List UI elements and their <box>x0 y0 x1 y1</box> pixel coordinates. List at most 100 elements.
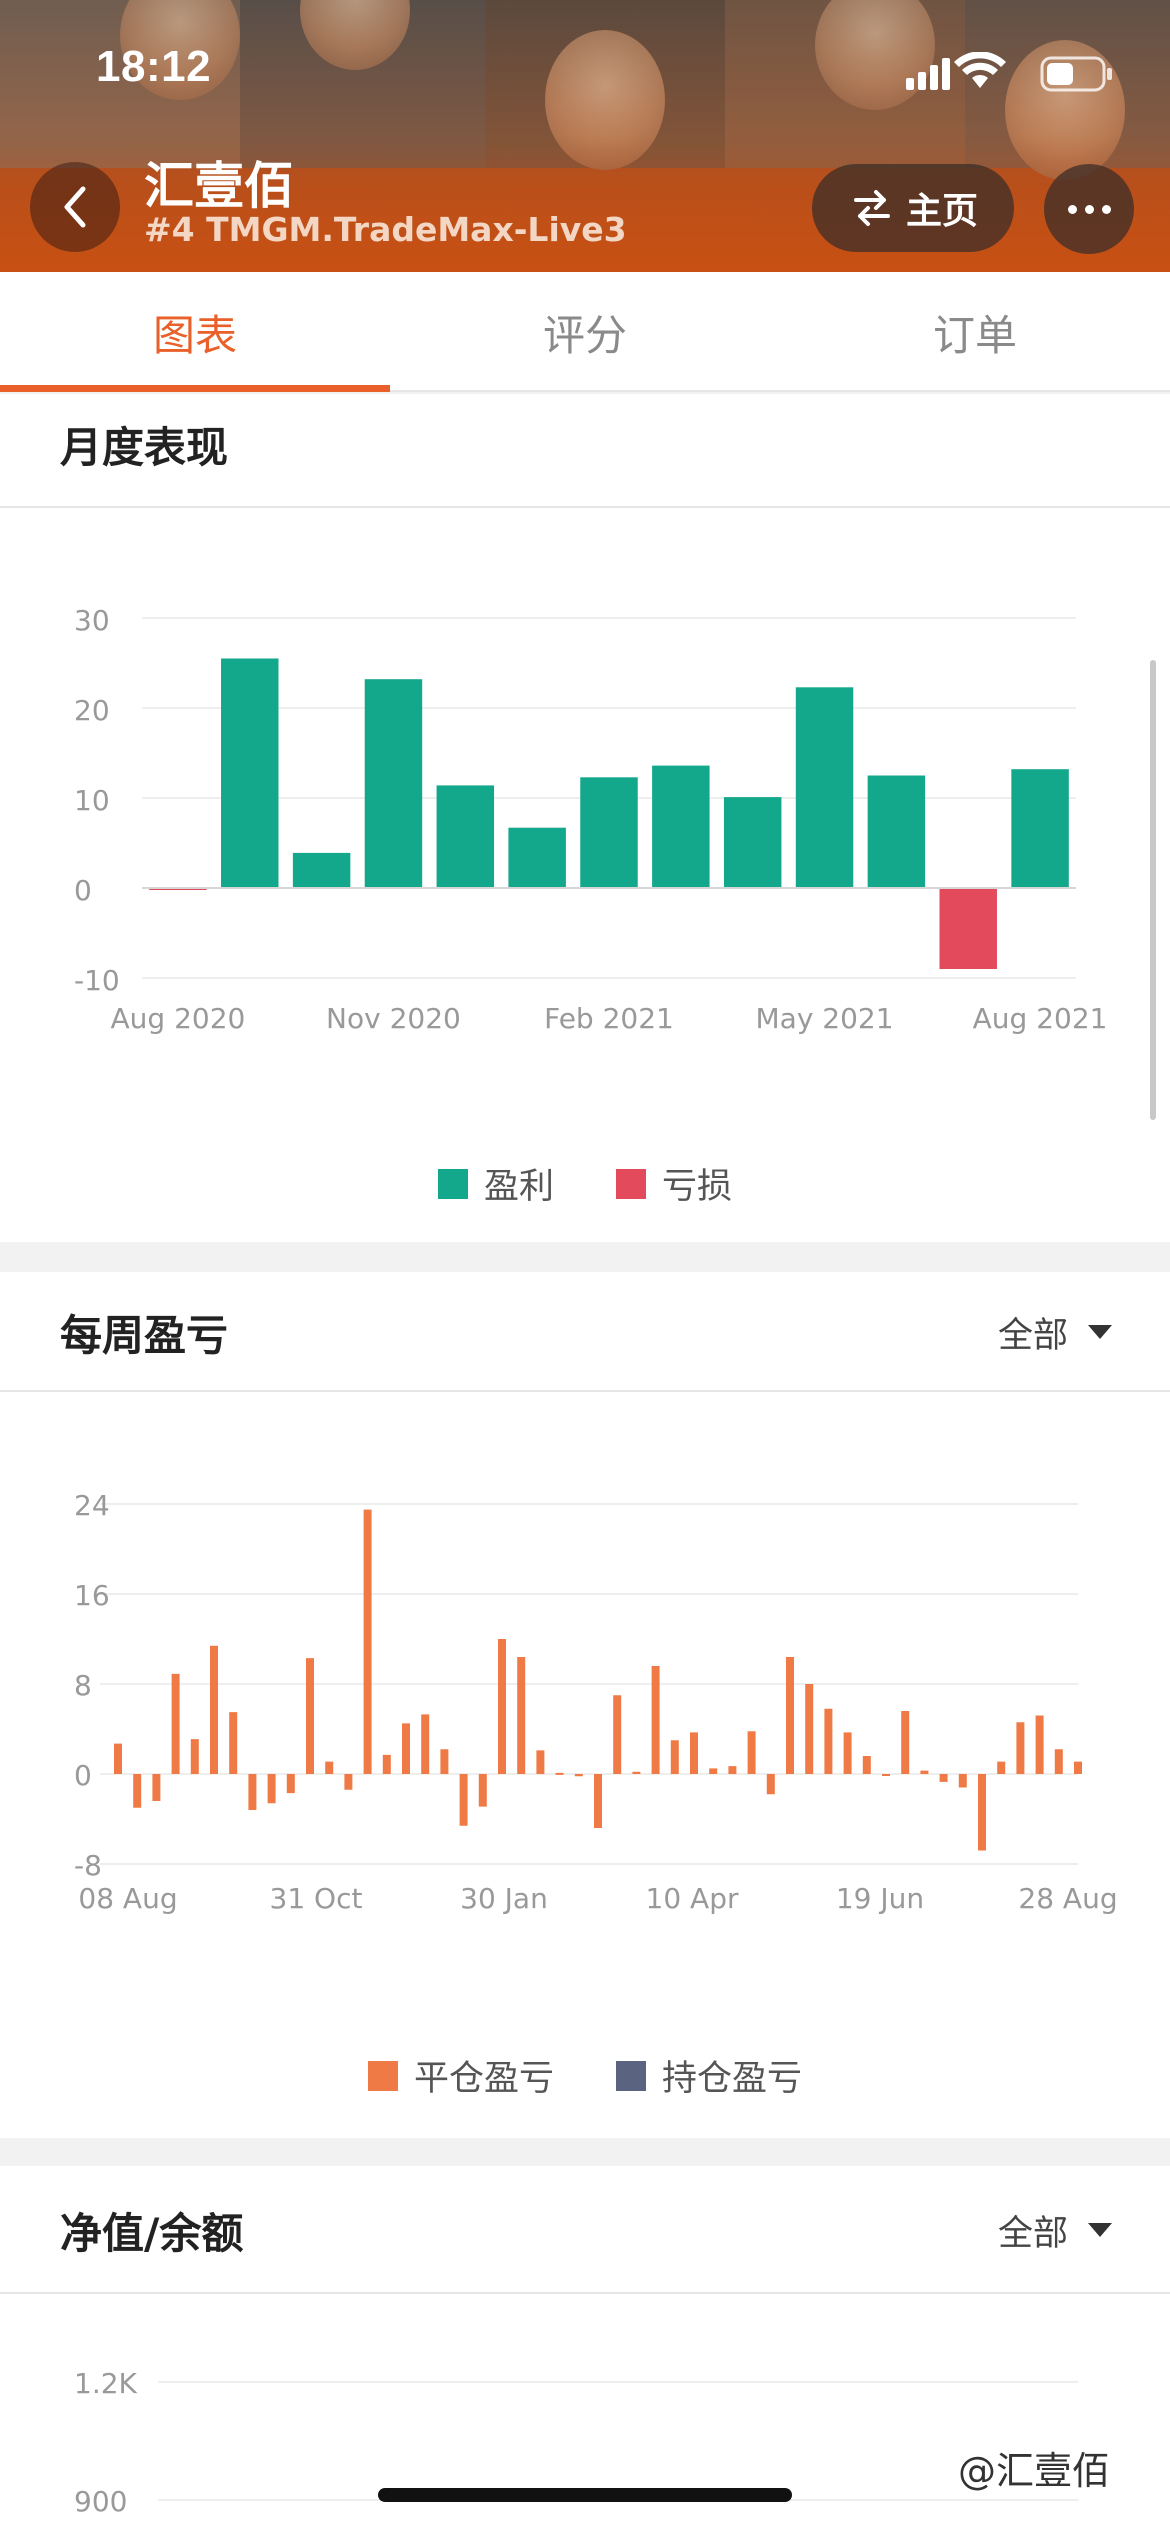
x-tick-label: Aug 2020 <box>111 1002 246 1035</box>
account-header: 18:12 汇壹佰 #4 TMGM.TradeMax-Live3 主页 <box>0 0 1170 272</box>
monthly-bar <box>436 785 495 888</box>
y-tick-label: -10 <box>74 964 120 997</box>
monthly-title: 月度表现 <box>60 422 229 472</box>
weekly-bar <box>632 1771 641 1774</box>
legend-label: 平仓盈亏 <box>413 2059 554 2099</box>
weekly-pnl-card: 每周盈亏 全部 24 16 8 0 -8 08 Aug 31 Oct 30 Jan 10 Apr… <box>0 1272 1170 2138</box>
weekly-bar-chart: 24 16 8 0 -808 Aug 31 Oct 30 Jan 10 Apr 19 Jun 28… <box>74 1489 1118 1915</box>
weekly-bar <box>728 1766 737 1774</box>
legend-closed-pnl[interactable]: 平仓盈亏 <box>367 2050 554 2101</box>
y-tick-label: 16 <box>74 1579 110 1612</box>
y-tick-label: 0 <box>74 1759 92 1792</box>
back-button[interactable] <box>30 162 120 252</box>
legend-swatch <box>437 1168 468 1199</box>
weekly-bar <box>229 1712 238 1774</box>
weekly-bar <box>1016 1722 1025 1774</box>
weekly-header: 每周盈亏 全部 <box>0 1272 1170 1392</box>
x-tick-label: Nov 2020 <box>326 1002 461 1035</box>
weekly-bar <box>190 1739 199 1774</box>
monthly-bar <box>292 852 351 888</box>
weekly-legend: 平仓盈亏 持仓盈亏 <box>0 2050 1170 2101</box>
weekly-bar <box>478 1774 487 1807</box>
weekly-bar <box>459 1774 468 1826</box>
weekly-bar <box>613 1695 622 1774</box>
weekly-bar <box>517 1657 526 1774</box>
home-indicator[interactable] <box>378 2488 792 2502</box>
monthly-bar <box>867 775 926 888</box>
app-screen: 18:12 汇壹佰 #4 TMGM.TradeMax-Live3 主页 图表 评… <box>0 0 1170 2532</box>
tab-bar: 图表 评分 订单 <box>0 272 1170 392</box>
monthly-performance-card: 月度表现 30 20 10 0 -10 Aug 2020 Nov 2020 Feb 2021 M… <box>0 394 1170 1242</box>
weekly-bar <box>402 1723 410 1774</box>
y-tick-label: 900 <box>74 2485 127 2518</box>
x-tick-label: 28 Aug <box>1018 1882 1117 1915</box>
chevron-left-icon <box>64 186 86 228</box>
monthly-bar <box>1011 769 1069 888</box>
y-tick-label: 30 <box>74 604 110 637</box>
weekly-bar <box>843 1732 852 1774</box>
weekly-bar <box>421 1714 430 1774</box>
weekly-bar <box>1074 1761 1082 1774</box>
weekly-bar <box>882 1774 890 1776</box>
legend-open-pnl[interactable]: 持仓盈亏 <box>616 2050 802 2101</box>
weekly-bar <box>363 1509 372 1774</box>
weekly-range-value: 全部 <box>997 1315 1068 1356</box>
weekly-bar <box>344 1774 353 1790</box>
weekly-bar <box>805 1684 814 1774</box>
legend-profit[interactable]: 盈利 <box>437 1158 554 1209</box>
weekly-bar <box>901 1711 910 1774</box>
signal-icon <box>906 58 950 90</box>
weekly-range-select[interactable]: 全部 <box>998 1272 1112 1392</box>
weekly-bar <box>325 1761 334 1774</box>
x-tick-label: 10 Apr <box>646 1882 739 1915</box>
weekly-bar <box>747 1731 756 1774</box>
weekly-bar <box>670 1740 679 1774</box>
account-server: #4 TMGM.TradeMax-Live3 <box>144 210 627 249</box>
weekly-bar <box>440 1749 449 1774</box>
weekly-bar <box>786 1657 794 1774</box>
weekly-bar <box>286 1774 295 1794</box>
weekly-bar <box>766 1774 775 1795</box>
x-tick-label: 30 Jan <box>460 1882 548 1915</box>
weekly-bar <box>555 1772 564 1775</box>
more-button[interactable] <box>1044 164 1134 254</box>
legend-label: 持仓盈亏 <box>662 2059 803 2099</box>
home-button[interactable]: 主页 <box>812 164 1014 252</box>
weekly-bar <box>1054 1749 1063 1774</box>
weekly-bar <box>862 1756 871 1774</box>
equity-range-select[interactable]: 全部 <box>998 2166 1112 2294</box>
x-tick-label: 19 Jun <box>836 1882 924 1915</box>
tab-orders[interactable]: 订单 <box>780 272 1170 392</box>
account-name: 汇壹佰 <box>144 157 294 215</box>
x-tick-label: 31 Oct <box>270 1882 363 1915</box>
more-dot-icon <box>1101 204 1111 214</box>
weekly-bar <box>114 1743 122 1774</box>
tab-rating[interactable]: 评分 <box>390 272 780 392</box>
weekly-bar <box>651 1666 660 1774</box>
legend-swatch <box>616 1168 646 1199</box>
legend-loss[interactable]: 亏损 <box>616 1158 732 1209</box>
weekly-bar <box>382 1754 391 1774</box>
wifi-icon <box>954 52 1006 88</box>
weekly-bar <box>306 1658 314 1774</box>
status-icons <box>906 52 1112 92</box>
triangle-down-icon <box>1088 2223 1112 2237</box>
legend-label: 盈利 <box>483 1167 554 1207</box>
weekly-bar <box>958 1774 967 1788</box>
weekly-bar <box>997 1761 1006 1774</box>
weekly-title: 每周盈亏 <box>60 1310 229 1360</box>
y-tick-label: 0 <box>74 874 92 907</box>
swap-icon <box>854 190 890 226</box>
battery-icon <box>1040 56 1112 92</box>
weekly-bar <box>498 1639 506 1774</box>
legend-swatch <box>367 2060 398 2091</box>
triangle-down-icon <box>1088 1325 1112 1339</box>
tab-active-indicator <box>0 385 390 392</box>
monthly-bar <box>221 658 279 888</box>
monthly-bar-chart: 30 20 10 0 -10 Aug 2020 Nov 2020 Feb 2021 May 20… <box>74 604 1107 1035</box>
equity-range-value: 全部 <box>997 2213 1068 2254</box>
weekly-bar <box>267 1774 276 1804</box>
scroll-indicator[interactable] <box>1150 660 1156 1120</box>
tab-chart[interactable]: 图表 <box>0 272 390 392</box>
equity-header: 净值/余额 全部 <box>0 2166 1170 2294</box>
